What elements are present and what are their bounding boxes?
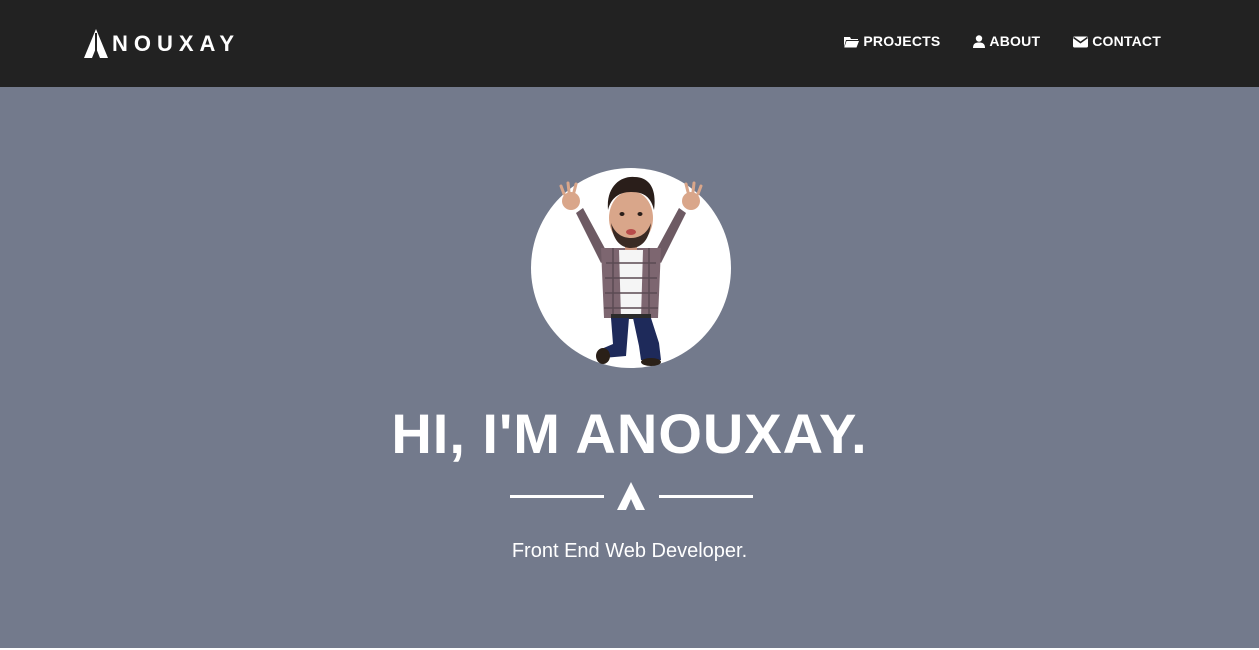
divider-line-right	[659, 495, 753, 498]
folder-open-icon	[844, 36, 860, 47]
nav-link-label: CONTACT	[1092, 33, 1161, 49]
cartoon-avatar-illustration	[559, 176, 703, 366]
envelope-icon	[1073, 36, 1089, 47]
top-navbar: NOUXAY PROJECTS ABOUT CONTACT	[0, 0, 1259, 87]
nav-link-label: PROJECTS	[863, 33, 941, 49]
hero-divider	[510, 482, 753, 510]
nav-link-projects[interactable]: PROJECTS	[844, 33, 940, 49]
brand-logo[interactable]: NOUXAY	[84, 28, 240, 58]
nav-menu: PROJECTS ABOUT CONTACT	[844, 33, 1161, 49]
user-icon	[973, 34, 986, 48]
avatar	[531, 168, 731, 368]
hero-section: HI, I'M ANOUXAY. Front End Web Developer…	[0, 87, 1259, 648]
logo-mark-icon	[617, 482, 645, 510]
logo-mark-icon	[84, 28, 108, 58]
nav-link-contact[interactable]: CONTACT	[1073, 33, 1161, 49]
brand-name: NOUXAY	[112, 30, 241, 56]
divider-line-left	[510, 495, 604, 498]
nav-link-label: ABOUT	[989, 33, 1041, 49]
hero-subtitle: Front End Web Developer.	[511, 540, 748, 562]
hero-title: HI, I'M ANOUXAY.	[391, 402, 868, 465]
nav-link-about[interactable]: ABOUT	[973, 33, 1040, 49]
